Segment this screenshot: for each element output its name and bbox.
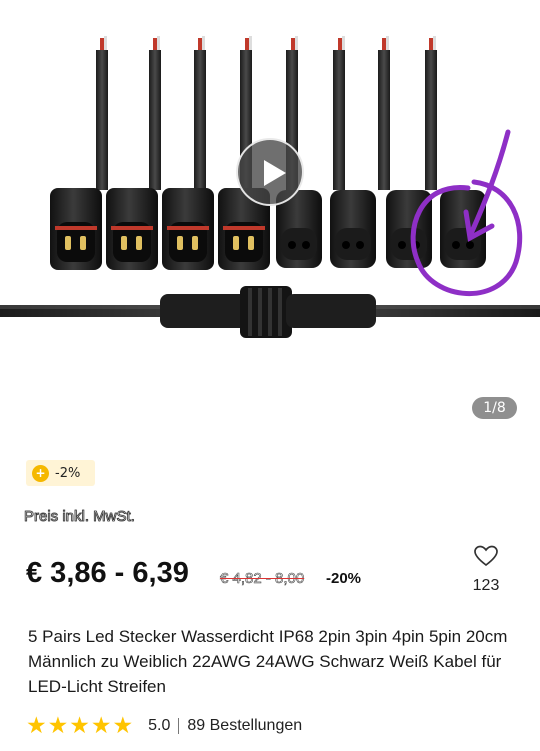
star-icon: ★: [69, 713, 90, 739]
heart-icon: [474, 545, 498, 567]
image-counter: 1/8: [472, 397, 517, 419]
rating-row[interactable]: ★ ★ ★ ★ ★ 5.0 89 Bestellungen: [26, 714, 302, 738]
star-icon: ★: [112, 713, 134, 739]
star-rating: ★ ★ ★ ★ ★: [26, 714, 134, 738]
wishlist-button[interactable]: 123: [466, 545, 506, 595]
star-icon: ★: [47, 713, 69, 739]
orders-count[interactable]: 89 Bestellungen: [187, 717, 302, 735]
original-price: € 4,82 - 8,00: [220, 570, 305, 588]
star-icon: ★: [26, 713, 47, 739]
coupon-text: -2%: [55, 465, 81, 481]
play-video-button[interactable]: [236, 138, 304, 206]
divider: [178, 718, 180, 734]
vat-label: Preis inkl. MwSt.: [24, 508, 136, 526]
wishlist-count: 123: [472, 577, 500, 594]
product-photo: [0, 36, 540, 338]
coin-icon: +: [32, 464, 49, 482]
current-price: € 3,86 - 6,39: [26, 557, 189, 589]
product-title: 5 Pairs Led Stecker Wasserdicht IP68 2pi…: [28, 627, 508, 696]
coupon-badge[interactable]: + -2%: [26, 460, 95, 486]
product-image-gallery[interactable]: 1/8: [0, 0, 540, 440]
play-icon: [264, 160, 286, 186]
discount-label: -20%: [326, 570, 362, 587]
star-icon: ★: [90, 713, 112, 739]
rating-score: 5.0: [148, 717, 171, 734]
